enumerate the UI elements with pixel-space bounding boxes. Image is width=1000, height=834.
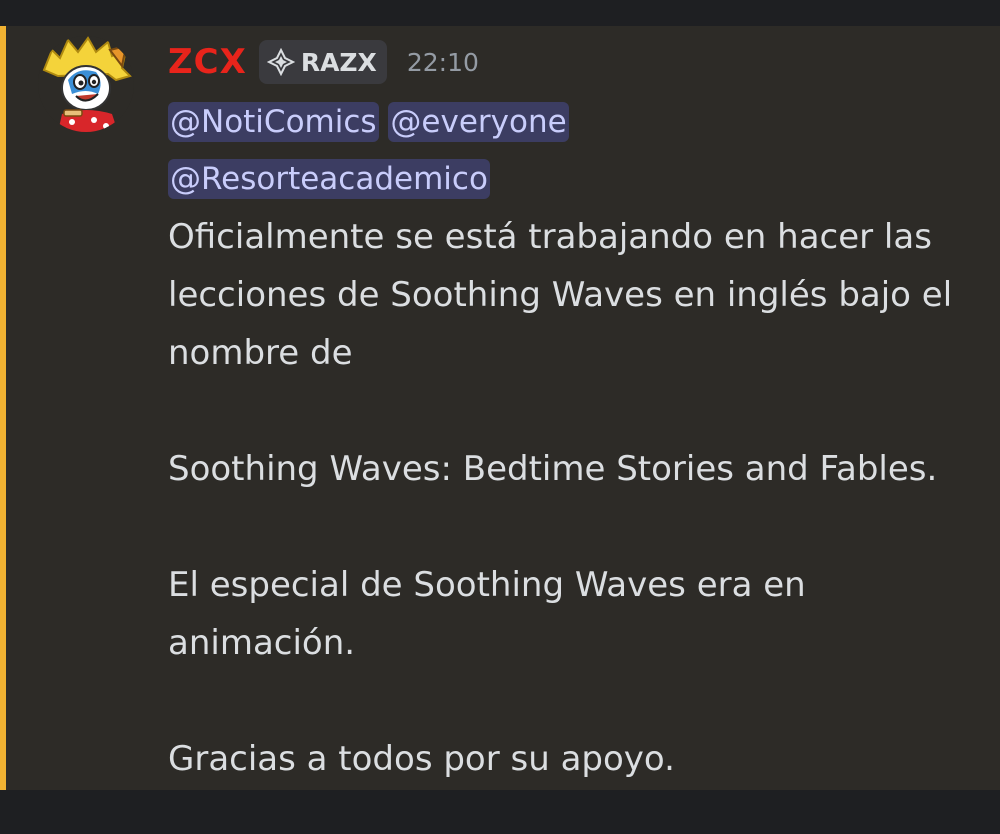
message-paragraph: El especial de Soothing Waves era en ani… [168,565,806,663]
mention-noticomics[interactable]: @NotiComics [168,102,379,142]
clan-tag-label: RAZX [300,47,377,77]
message-paragraph: Oficialmente se está trabajando en hacer… [168,217,953,373]
avatar[interactable] [38,36,134,132]
username[interactable]: ZCX [168,42,247,82]
top-bar [0,0,1000,26]
message-content: ZCX RAZX 22:10 @NotiComics @everyone @Re… [168,38,998,788]
clan-tag[interactable]: RAZX [258,40,387,84]
mentions: @NotiComics @everyone @Resorteacademico [168,94,998,208]
chat-message[interactable]: ZCX RAZX 22:10 @NotiComics @everyone @Re… [0,26,1000,790]
mention-everyone[interactable]: @everyone [388,102,569,142]
cartoon-avatar-icon [38,36,134,132]
message-paragraph: Soothing Waves: Bedtime Stories and Fabl… [168,449,938,489]
bottom-bar [0,790,1000,834]
message-header: ZCX RAZX 22:10 [168,38,998,86]
message-body: Oficialmente se está trabajando en hacer… [168,208,998,788]
mention-resorteacademico[interactable]: @Resorteacademico [168,159,490,199]
message-paragraph: Gracias a todos por su apoyo. [168,739,675,779]
diamond-badge-icon [266,48,295,76]
timestamp[interactable]: 22:10 [407,48,479,77]
